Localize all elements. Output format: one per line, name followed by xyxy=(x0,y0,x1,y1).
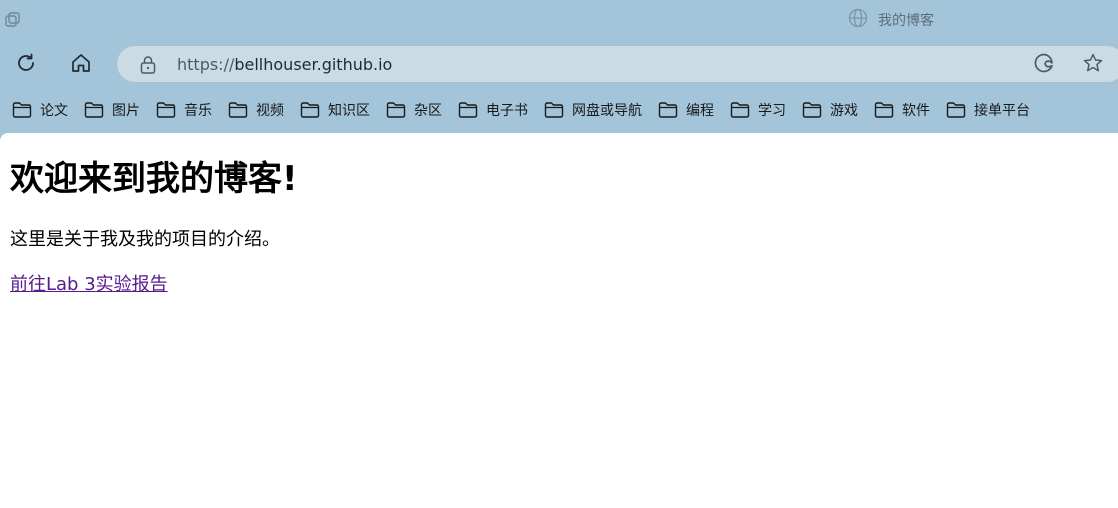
bookmark-label: 论文 xyxy=(40,103,68,119)
folder-icon xyxy=(730,101,758,119)
bookmark-label: 音乐 xyxy=(184,103,212,119)
bookmark-label: 接单平台 xyxy=(974,103,1030,119)
title-bar: 我的博客 xyxy=(0,0,1118,40)
globe-icon xyxy=(848,8,868,32)
bookmarks-bar: 论文 图片 音乐 视频 知识区 杂区 电子书 网盘或导航 编程 学习 游戏 软件 接单平台 xyxy=(0,92,1118,128)
bookmark-label: 电子书 xyxy=(486,103,528,119)
url-scheme: https:// xyxy=(177,55,235,74)
bookmark-label: 知识区 xyxy=(328,103,370,119)
bookmark-item[interactable]: 图片 xyxy=(72,95,144,125)
folder-icon xyxy=(458,101,486,119)
bookmark-label: 学习 xyxy=(758,103,786,119)
bookmark-item[interactable]: 视频 xyxy=(216,95,288,125)
edge-icon xyxy=(1033,52,1055,78)
bookmark-item[interactable]: 论文 xyxy=(0,95,72,125)
tab-actions-icon[interactable] xyxy=(3,10,23,30)
home-icon xyxy=(70,52,92,78)
page-viewport: 欢迎来到我的博客! 这里是关于我及我的项目的介绍。 前往Lab 3实验报告 xyxy=(0,133,1118,508)
bookmark-item[interactable]: 编程 xyxy=(646,95,718,125)
lab3-report-link[interactable]: 前往Lab 3实验报告 xyxy=(10,270,168,296)
bookmark-label: 视频 xyxy=(256,103,284,119)
url-text[interactable]: https://bellhouser.github.io xyxy=(177,55,392,74)
page-heading: 欢迎来到我的博客! xyxy=(10,159,298,199)
bookmark-label: 编程 xyxy=(686,103,714,119)
home-button[interactable] xyxy=(64,48,98,82)
bookmark-item[interactable]: 电子书 xyxy=(446,95,532,125)
bookmark-label: 游戏 xyxy=(830,103,858,119)
refresh-button[interactable] xyxy=(9,48,43,82)
refresh-icon xyxy=(14,51,38,79)
browser-toolbar: https://bellhouser.github.io xyxy=(0,40,1118,90)
folder-icon xyxy=(658,101,686,119)
folder-icon xyxy=(874,101,902,119)
bookmark-item[interactable]: 知识区 xyxy=(288,95,374,125)
folder-icon xyxy=(12,101,40,119)
folder-icon xyxy=(300,101,328,119)
bookmark-item[interactable]: 学习 xyxy=(718,95,790,125)
edge-button[interactable] xyxy=(1031,52,1057,78)
lock-icon[interactable] xyxy=(139,55,157,79)
bookmark-label: 图片 xyxy=(112,103,140,119)
active-tab[interactable]: 我的博客 xyxy=(848,8,934,32)
folder-icon xyxy=(544,101,572,119)
address-bar[interactable]: https://bellhouser.github.io xyxy=(116,45,1118,83)
url-host: bellhouser.github.io xyxy=(234,55,393,74)
bookmark-label: 网盘或导航 xyxy=(572,103,642,119)
bookmark-label: 杂区 xyxy=(414,103,442,119)
folder-icon xyxy=(84,101,112,119)
folder-icon xyxy=(946,101,974,119)
bookmark-item[interactable]: 杂区 xyxy=(374,95,446,125)
folder-icon xyxy=(156,101,184,119)
bookmark-item[interactable]: 游戏 xyxy=(790,95,862,125)
bookmark-label: 软件 xyxy=(902,103,930,119)
favorite-button[interactable] xyxy=(1080,52,1106,78)
bookmark-item[interactable]: 接单平台 xyxy=(934,95,1034,125)
folder-icon xyxy=(228,101,256,119)
tab-title: 我的博客 xyxy=(878,13,934,29)
favorite-star-icon xyxy=(1082,52,1104,78)
bookmark-item[interactable]: 音乐 xyxy=(144,95,216,125)
intro-text: 这里是关于我及我的项目的介绍。 xyxy=(10,229,280,250)
folder-icon xyxy=(386,101,414,119)
bookmark-item[interactable]: 软件 xyxy=(862,95,934,125)
bookmark-item[interactable]: 网盘或导航 xyxy=(532,95,646,125)
folder-icon xyxy=(802,101,830,119)
